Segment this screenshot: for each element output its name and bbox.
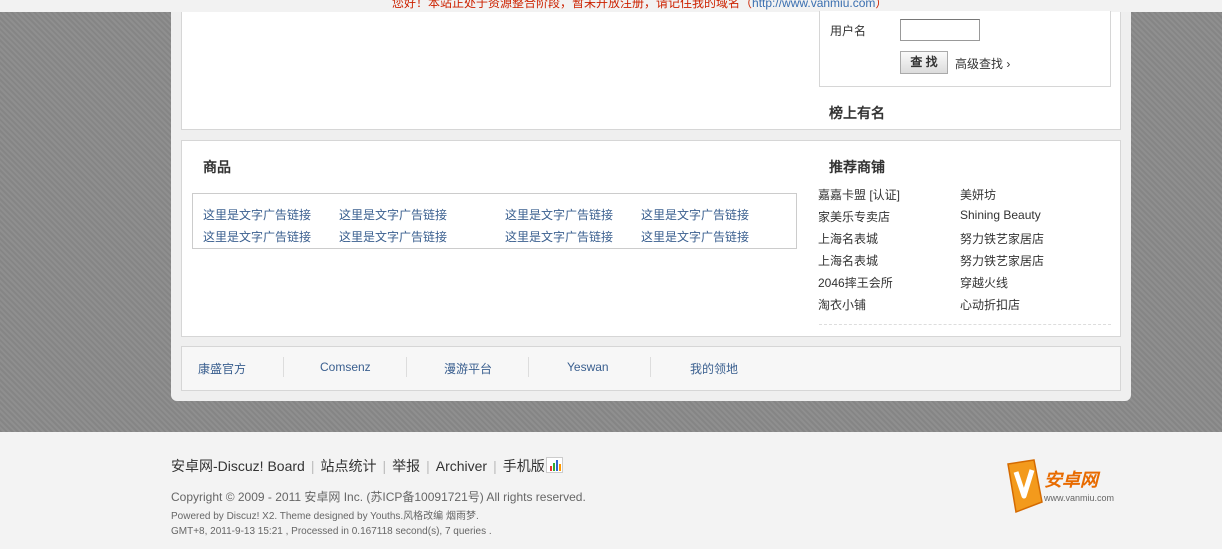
ad-link[interactable]: 这里是文字广告链接: [203, 206, 311, 223]
shop-link[interactable]: Shining Beauty: [960, 208, 1041, 222]
link-separator: [650, 357, 651, 377]
bang-title: 榜上有名: [829, 105, 885, 121]
friend-link[interactable]: 康盛官方: [198, 360, 246, 377]
logo-name: 安卓网: [1044, 470, 1098, 490]
notice-text: 您好！本站正处于资源整合阶段，暂未开放注册，请记住我的域名（http://www…: [392, 0, 887, 11]
goods-panel: 商品 这里是文字广告链接 这里是文字广告链接 这里是文字广告链接 这里是文字广告…: [181, 140, 1121, 337]
link-separator: [283, 357, 284, 377]
logo-v-icon: [1007, 459, 1043, 514]
friend-link[interactable]: Comsenz: [320, 360, 371, 374]
ad-link[interactable]: 这里是文字广告链接: [641, 228, 749, 245]
shop-link[interactable]: 2046摔王会所: [818, 274, 893, 291]
shop-link[interactable]: 上海名表城: [818, 230, 878, 247]
ad-link[interactable]: 这里是文字广告链接: [203, 228, 311, 245]
username-input[interactable]: [900, 19, 980, 41]
friend-links-bar: 康盛官方 Comsenz 漫游平台 Yeswan 我的领地: [181, 346, 1121, 391]
shop-link[interactable]: 穿越火线: [960, 274, 1008, 291]
processing-info-text: GMT+8, 2011-9-13 15:21 , Processed in 0.…: [171, 526, 492, 537]
link-separator: [528, 357, 529, 377]
shop-link[interactable]: 上海名表城: [818, 252, 878, 269]
shop-link[interactable]: 家美乐专卖店: [818, 208, 890, 225]
ad-link[interactable]: 这里是文字广告链接: [641, 206, 749, 223]
shop-link[interactable]: 努力铁艺家居店: [960, 252, 1044, 269]
footer-stats-link[interactable]: 站点统计: [320, 458, 376, 474]
shop-link[interactable]: 美妍坊: [960, 186, 996, 203]
footer-separator: |: [310, 458, 315, 474]
shops-title: 推荐商铺: [829, 159, 885, 175]
username-label: 用户名: [830, 24, 867, 38]
main-wrapper: 用户名 查 找 高级查找 › 榜上有名 商品 这里是文字广告链接 这里是文字广告…: [171, 11, 1131, 401]
site-logo[interactable]: 安卓网 www.vanmiu.com: [1004, 458, 1144, 518]
friend-link[interactable]: 我的领地: [690, 360, 738, 377]
footer-archiver-link[interactable]: Archiver: [436, 458, 487, 474]
friend-link[interactable]: Yeswan: [567, 360, 609, 374]
notice-url-link[interactable]: http://www.vanmiu.com: [752, 0, 875, 10]
text-ad-box: 这里是文字广告链接 这里是文字广告链接 这里是文字广告链接 这里是文字广告链接 …: [192, 193, 797, 249]
cnzz-stats-icon[interactable]: [545, 457, 563, 473]
footer-report-link[interactable]: 举报: [392, 458, 420, 474]
link-separator: [406, 357, 407, 377]
ad-link[interactable]: 这里是文字广告链接: [339, 228, 447, 245]
search-button[interactable]: 查 找: [900, 51, 948, 74]
footer-separator: |: [493, 458, 497, 474]
goods-title: 商品: [203, 159, 231, 175]
copyright-text: Copyright © 2009 - 2011 安卓网 Inc. (苏ICP备1…: [171, 490, 586, 504]
user-search-box: 用户名 查 找 高级查找 ›: [819, 11, 1111, 87]
shop-link[interactable]: 嘉嘉卡盟 [认证]: [818, 186, 900, 203]
top-panel: 用户名 查 找 高级查找 › 榜上有名: [181, 11, 1121, 130]
logo-url: www.vanmiu.com: [1044, 493, 1115, 503]
footer-nav: 安卓网-Discuz! Board | 站点统计 | 举报 | Archiver | 手机版: [171, 456, 563, 476]
footer-home-link[interactable]: 安卓网-Discuz! Board: [171, 458, 305, 474]
ad-link[interactable]: 这里是文字广告链接: [339, 206, 447, 223]
footer-separator: |: [382, 458, 387, 474]
footer-separator: |: [426, 458, 430, 474]
ad-link[interactable]: 这里是文字广告链接: [505, 206, 613, 223]
shops-divider: [819, 324, 1111, 325]
shop-link[interactable]: 努力铁艺家居店: [960, 230, 1044, 247]
footer-mobile-link[interactable]: 手机版: [503, 458, 545, 474]
powered-by-text: Powered by Discuz! X2. Theme designed by…: [171, 511, 479, 522]
friend-link[interactable]: 漫游平台: [444, 360, 492, 377]
advanced-search-link[interactable]: 高级查找 ›: [955, 55, 1010, 72]
shop-link[interactable]: 心动折扣店: [960, 296, 1020, 313]
shop-link[interactable]: 淘衣小铺: [818, 296, 866, 313]
ad-link[interactable]: 这里是文字广告链接: [505, 228, 613, 245]
